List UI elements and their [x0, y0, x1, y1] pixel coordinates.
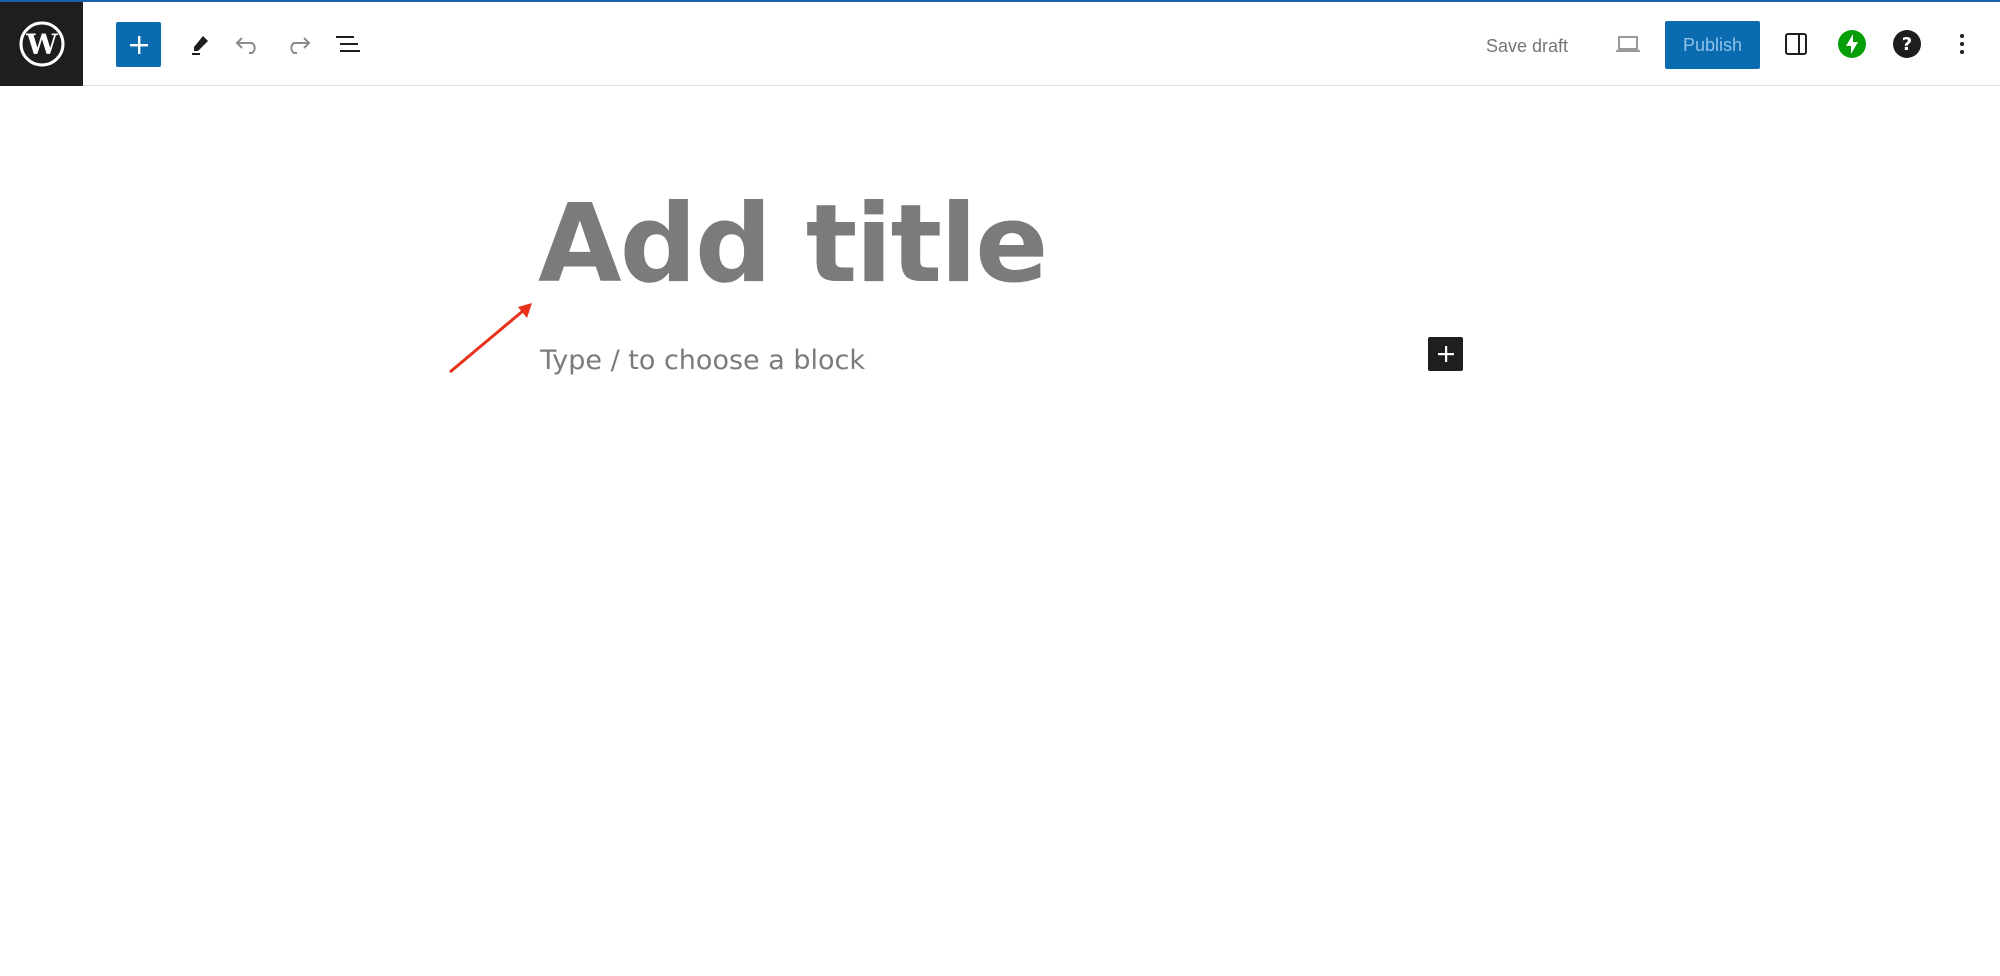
- svg-text:?: ?: [1902, 34, 1912, 55]
- help-question-icon: ?: [1893, 30, 1921, 58]
- add-block-button[interactable]: [1428, 337, 1463, 371]
- plus-icon: [1437, 346, 1454, 362]
- jetpack-bolt-icon: [1838, 30, 1866, 58]
- redo-button[interactable]: [278, 24, 318, 64]
- undo-icon: [235, 37, 256, 54]
- wordpress-logo-icon[interactable]: W: [0, 2, 83, 86]
- undo-button[interactable]: [228, 24, 268, 64]
- post-title-input[interactable]: Add title: [538, 180, 1048, 310]
- laptop-preview-icon: [1616, 36, 1640, 52]
- publish-button[interactable]: Publish: [1665, 21, 1760, 69]
- svg-text:W: W: [25, 28, 58, 61]
- settings-sidebar-toggle-button[interactable]: [1776, 24, 1816, 64]
- document-overview-button[interactable]: [328, 24, 368, 64]
- annotation-arrow-icon: [449, 303, 532, 374]
- vertical-ellipsis-icon: [1960, 34, 1964, 54]
- pencil-icon: [192, 36, 208, 55]
- tools-button[interactable]: [180, 24, 220, 64]
- block-inserter-toggle-button[interactable]: [116, 22, 161, 67]
- plus-icon: [129, 35, 148, 54]
- options-menu-button[interactable]: [1942, 24, 1982, 64]
- editor-top-toolbar: W Save draft Publish ?: [0, 0, 2000, 86]
- help-button[interactable]: ?: [1887, 24, 1927, 64]
- sidebar-toggle-icon: [1785, 33, 1807, 55]
- list-view-icon: [336, 36, 360, 52]
- save-draft-button[interactable]: Save draft: [1478, 26, 1576, 66]
- preview-button[interactable]: [1608, 24, 1648, 64]
- jetpack-button[interactable]: [1832, 24, 1872, 64]
- redo-icon: [290, 37, 311, 54]
- block-placeholder-paragraph[interactable]: Type / to choose a block: [540, 341, 865, 381]
